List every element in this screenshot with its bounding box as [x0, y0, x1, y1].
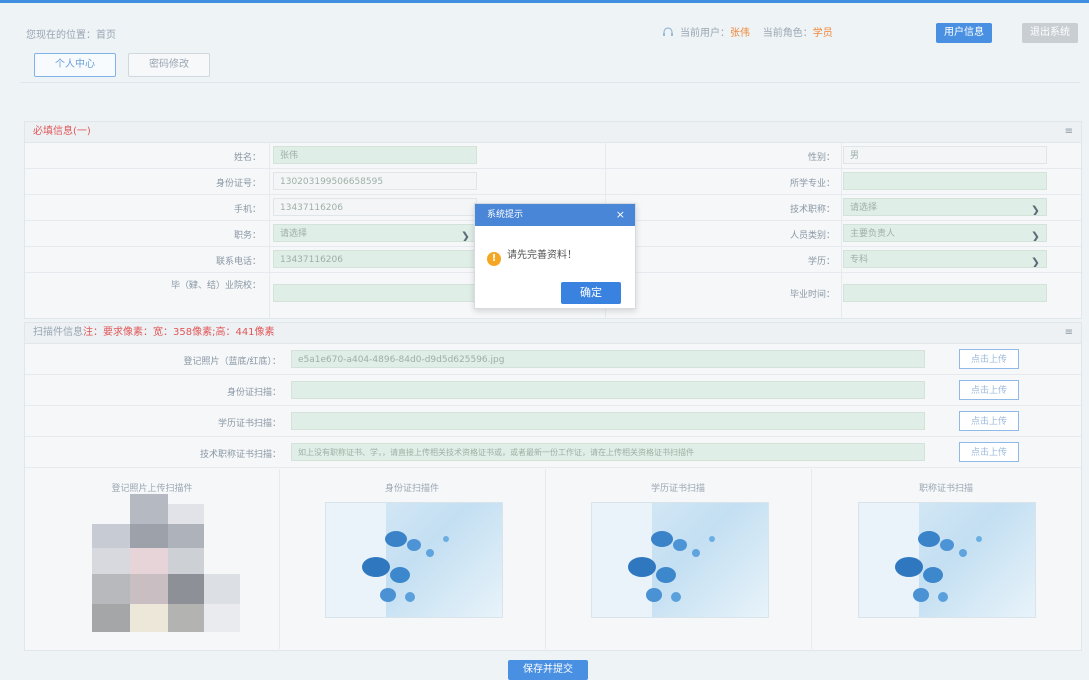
bubbles-placeholder-icon — [859, 503, 982, 617]
id-number-field[interactable]: 130203199506658595 — [273, 172, 477, 190]
current-user-label: 当前用户： — [680, 28, 730, 39]
user-info-button[interactable]: 用户信息 — [936, 23, 992, 43]
gender-label: 性别： — [807, 153, 835, 163]
top-bar — [0, 3, 1089, 47]
id-number-label: 身份证号： — [215, 179, 261, 189]
position-select-value: 请选择 — [280, 229, 308, 239]
upload-row: 学历证书扫描： 点击上传 — [25, 406, 1081, 437]
tab-personal-center[interactable]: 个人中心 — [34, 53, 116, 77]
title-cert-preview-image[interactable] — [858, 502, 1036, 618]
title-cert-scan-label: 技术职称证书扫描： — [199, 450, 281, 460]
upload-row: 登记照片（蓝底/红底）： e5a1e670-a404-4896-84d0-d9d… — [25, 344, 1081, 375]
chevron-down-icon: ❯ — [1030, 256, 1040, 268]
position-select[interactable]: 请选择 ❯ — [273, 224, 477, 242]
bubbles-placeholder-icon — [592, 503, 715, 617]
preview-divider — [279, 469, 280, 649]
preview-label-diploma: 学历证书扫描 — [650, 484, 705, 494]
section1-title: 必填信息(一) — [33, 126, 91, 137]
headset-icon — [663, 27, 673, 36]
dialog-title: 系统提示 — [487, 210, 524, 220]
contact-phone-field[interactable]: 13437116206 — [273, 250, 477, 268]
bubbles-placeholder-icon — [326, 503, 449, 617]
personnel-type-label: 人员类别： — [789, 231, 835, 241]
dialog-message: 请先完善资料！ — [507, 250, 577, 261]
graduation-date-field[interactable] — [843, 284, 1047, 302]
education-select[interactable]: 专科 ❯ — [843, 250, 1047, 268]
alert-dialog: 系统提示 × ! 请先完善资料！ 确定 — [474, 203, 636, 309]
form-row: 身份证号： 130203199506658595 所学专业： — [25, 169, 1081, 195]
personnel-type-select[interactable]: 主要负责人 ❯ — [843, 224, 1047, 242]
preview-label-photo: 登记照片上传扫描件 — [111, 484, 193, 494]
school-label: 毕（肄、结）业院校： — [170, 281, 261, 291]
photo-file-field[interactable]: e5a1e670-a404-4896-84d0-d9d5d625596.jpg — [291, 350, 925, 368]
photo-upload-button[interactable]: 点击上传 — [959, 349, 1019, 369]
dialog-message-row: ! 请先完善资料！ — [487, 246, 577, 266]
preview-divider — [811, 469, 812, 649]
title-select-value: 请选择 — [850, 203, 878, 213]
upload-row: 身份证扫描： 点击上传 — [25, 375, 1081, 406]
dialog-header: 系统提示 × — [475, 204, 635, 226]
name-field[interactable]: 张伟 — [273, 146, 477, 164]
diploma-scan-preview-image[interactable] — [591, 502, 769, 618]
preview-label-title-cert: 职称证书扫描 — [918, 484, 973, 494]
current-role-label: 当前角色： — [762, 28, 813, 39]
phone-field[interactable]: 13437116206 — [273, 198, 477, 216]
id-scan-preview-image[interactable] — [325, 502, 503, 618]
id-scan-upload-button[interactable]: 点击上传 — [959, 380, 1019, 400]
photo-preview-image[interactable] — [92, 494, 240, 632]
pixel-requirement-note: 注：要求像素：宽：358像素;高：441像素 — [83, 327, 275, 338]
collapse-icon[interactable]: ≡ — [1065, 323, 1073, 343]
section2-title: 扫描件信息 — [33, 327, 83, 338]
close-icon[interactable]: × — [616, 204, 625, 226]
id-scan-label: 身份证扫描： — [226, 388, 281, 398]
id-scan-field[interactable] — [291, 381, 925, 399]
photo-upload-label: 登记照片（蓝底/红底）： — [183, 357, 281, 367]
title-label: 技术职称： — [789, 205, 835, 215]
phone-label: 手机： — [233, 205, 261, 215]
title-cert-scan-field[interactable]: 如上没有职称证书、学，，请直接上传相关技术资格证书或，或者最新一份工作证，请在上… — [291, 443, 925, 461]
save-submit-button[interactable]: 保存并提交 — [508, 660, 588, 680]
confirm-button[interactable]: 确定 — [561, 282, 621, 304]
section1-header: 必填信息(一) ≡ — [25, 122, 1081, 143]
diploma-scan-field[interactable] — [291, 412, 925, 430]
title-select[interactable]: 请选择 ❯ — [843, 198, 1047, 216]
logout-button[interactable]: 退出系统 — [1022, 23, 1078, 43]
diploma-scan-label: 学历证书扫描： — [217, 419, 281, 429]
education-label: 学历： — [807, 257, 835, 267]
current-role-value: 学员 — [812, 28, 833, 39]
gender-field[interactable]: 男 — [843, 146, 1047, 164]
form-row: 姓名： 张伟 性别： 男 — [25, 143, 1081, 169]
chevron-down-icon: ❯ — [1030, 204, 1040, 216]
graduation-date-label: 毕业时间： — [789, 290, 835, 300]
chevron-down-icon: ❯ — [460, 230, 470, 242]
preview-label-id: 身份证扫描件 — [384, 484, 439, 494]
warning-icon: ! — [487, 252, 501, 266]
personnel-type-value: 主要负责人 — [850, 229, 896, 239]
preview-divider — [545, 469, 546, 649]
upload-row: 技术职称证书扫描： 如上没有职称证书、学，，请直接上传相关技术资格证书或，或者最… — [25, 437, 1081, 468]
collapse-icon[interactable]: ≡ — [1065, 122, 1073, 142]
tab-divider — [20, 82, 1080, 83]
major-field[interactable] — [843, 172, 1047, 190]
position-label: 职务： — [233, 231, 261, 241]
school-field[interactable] — [273, 284, 477, 302]
name-label: 姓名： — [233, 153, 261, 163]
contact-phone-label: 联系电话： — [215, 257, 261, 267]
current-user-value: 张伟 — [730, 28, 750, 39]
diploma-scan-upload-button[interactable]: 点击上传 — [959, 411, 1019, 431]
user-info: 当前用户：张伟 当前角色：学员 — [662, 24, 833, 39]
tab-password-change[interactable]: 密码修改 — [128, 53, 210, 77]
major-label: 所学专业： — [789, 179, 835, 189]
breadcrumb: 您现在的位置：首页 — [26, 30, 116, 41]
chevron-down-icon: ❯ — [1030, 230, 1040, 242]
education-select-value: 专科 — [850, 255, 869, 265]
section2-header: 扫描件信息注：要求像素：宽：358像素;高：441像素 ≡ — [25, 323, 1081, 344]
title-cert-upload-button[interactable]: 点击上传 — [959, 442, 1019, 462]
